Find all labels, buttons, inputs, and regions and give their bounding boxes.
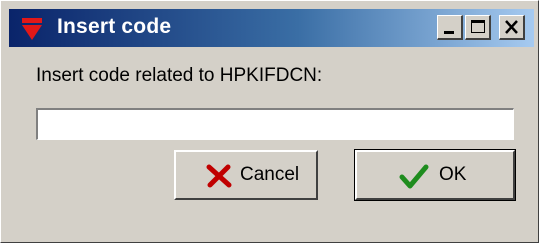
minimize-button[interactable]: [437, 15, 463, 40]
code-prompt-label: Insert code related to HPKIFDCN:: [36, 65, 323, 86]
close-button[interactable]: [499, 15, 525, 40]
maximize-icon: [471, 20, 485, 33]
maximize-button[interactable]: [465, 15, 491, 40]
cancel-button[interactable]: Cancel: [174, 150, 318, 200]
ok-button[interactable]: OK: [354, 149, 516, 201]
ok-button-label: OK: [439, 164, 467, 185]
code-input[interactable]: [36, 108, 514, 140]
red-arrow-icon: [22, 18, 42, 40]
title-bar[interactable]: Insert code: [9, 9, 534, 47]
minimize-icon: [444, 31, 454, 34]
cancel-button-label: Cancel: [240, 164, 300, 185]
red-x-icon: [206, 164, 232, 188]
green-check-icon: [399, 164, 429, 189]
window-title: Insert code: [57, 15, 172, 38]
close-icon: [505, 20, 518, 34]
insert-code-dialog: Insert code Insert code related to HPKIF…: [0, 0, 539, 243]
